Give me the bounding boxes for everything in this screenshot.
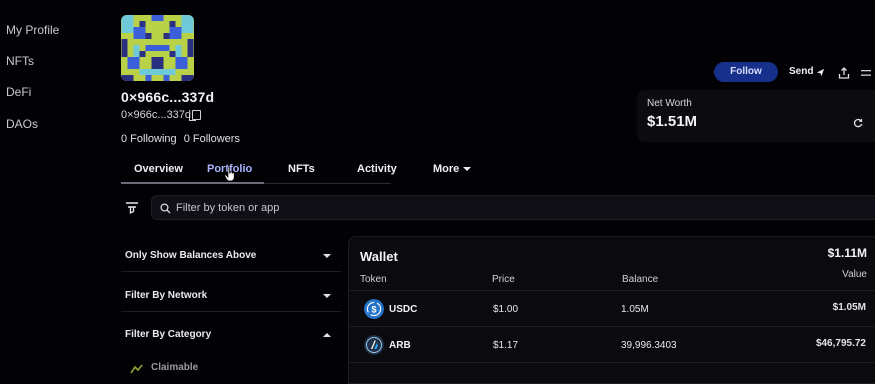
net-worth-label: Net Worth [647, 98, 692, 109]
table-row[interactable]: $ USDC $1.00 1.05M $1.05M [349, 290, 875, 324]
usdc-icon: $ [364, 299, 384, 319]
svg-text:$: $ [371, 305, 376, 315]
nav-item-defi[interactable]: DeFi [6, 85, 31, 99]
avatar-pixel-art [121, 15, 194, 81]
net-worth-value: $1.51M [647, 113, 698, 130]
wallet-panel: Wallet $1.11M Token Price Balance Value … [348, 236, 875, 384]
column-header-value[interactable]: Value [842, 269, 867, 280]
filter-icon[interactable] [124, 200, 140, 216]
tab-activity[interactable]: Activity [357, 163, 397, 175]
table-row[interactable]: ARB $1.17 39,996.3403 $46,795.72 [349, 326, 875, 360]
chevron-down-icon [323, 294, 331, 298]
filter-label: Only Show Balances Above [125, 250, 257, 261]
refresh-icon[interactable] [853, 118, 863, 128]
arb-icon [364, 335, 384, 355]
token-name: USDC [389, 304, 418, 315]
tab-nfts[interactable]: NFTs [288, 163, 315, 175]
token-price: $1.17 [493, 340, 519, 351]
nav-item-my-profile[interactable]: My Profile [6, 23, 59, 37]
search-icon [160, 203, 171, 214]
avatar [121, 15, 194, 81]
wallet-title: Wallet [360, 249, 398, 264]
profile-tabs: Overview Portfolio NFTs Activity [121, 155, 397, 185]
filter-balances-above[interactable]: Only Show Balances Above [121, 238, 341, 272]
tab-overview[interactable]: Overview [134, 163, 183, 175]
net-worth-card: Net Worth $1.51M [637, 90, 875, 142]
followers-count[interactable]: 0 Followers [184, 133, 240, 145]
category-option-claimable[interactable]: Claimable [151, 362, 198, 373]
wallet-total: $1.11M [827, 246, 867, 260]
nav-item-nfts[interactable]: NFTs [6, 54, 34, 68]
tab-more-label: More [433, 163, 460, 175]
send-button-label: Send [789, 66, 814, 77]
send-icon [816, 68, 825, 77]
column-header-price[interactable]: Price [492, 274, 515, 285]
nav-item-daos[interactable]: DAOs [6, 117, 38, 131]
token-balance: 1.05M [621, 304, 649, 315]
token-balance: 39,996.3403 [621, 340, 677, 351]
claimable-icon [130, 364, 143, 374]
search-bar [151, 195, 875, 220]
chevron-down-icon [323, 254, 331, 258]
table-row[interactable] [349, 362, 875, 382]
following-count[interactable]: 0 Following [121, 133, 177, 145]
token-value: $1.05M [832, 302, 866, 313]
tab-more[interactable]: More [433, 163, 472, 175]
token-value: $46,795.72 [815, 338, 866, 349]
column-header-balance[interactable]: Balance [622, 274, 658, 285]
active-tab-indicator [121, 182, 264, 184]
column-header-token[interactable]: Token [360, 274, 387, 285]
send-button[interactable]: Send [781, 62, 831, 82]
filter-label: Filter By Network [125, 290, 208, 301]
chevron-down-icon [463, 167, 472, 172]
filter-label: Filter By Category [125, 329, 212, 340]
follow-button[interactable]: Follow [714, 62, 778, 82]
filter-by-category[interactable]: Filter By Category [121, 317, 341, 351]
profile-title: 0×966c...337d [121, 89, 215, 105]
copy-icon[interactable] [189, 110, 201, 121]
token-name: ARB [389, 340, 411, 351]
address-short: 0×966c...337d [121, 109, 192, 121]
chevron-up-icon [323, 333, 331, 337]
left-nav: My Profile NFTs DeFi DAOs [0, 0, 110, 384]
search-input[interactable] [176, 200, 776, 216]
follow-stats: 0 Following 0 Followers [121, 133, 244, 145]
token-price: $1.00 [493, 304, 519, 315]
hand-cursor-icon [224, 166, 235, 182]
filter-by-network[interactable]: Filter By Network [121, 278, 341, 312]
share-icon[interactable] [837, 66, 851, 80]
more-icon[interactable] [860, 67, 872, 79]
